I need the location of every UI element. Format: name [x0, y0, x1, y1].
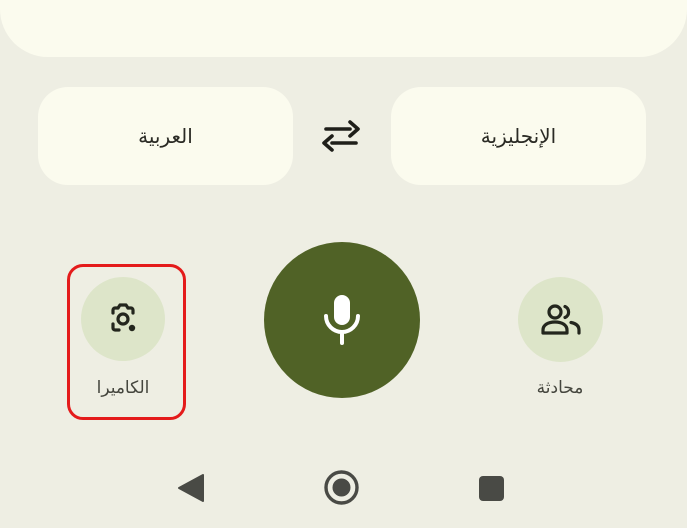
nav-back-icon[interactable]	[177, 473, 205, 503]
camera-label: الكاميرا	[96, 378, 150, 398]
swap-arrows-icon[interactable]	[318, 116, 364, 156]
camera-button[interactable]	[81, 277, 165, 361]
nav-recents-icon[interactable]	[479, 476, 504, 501]
nav-home-icon[interactable]	[323, 469, 360, 506]
camera-lens-icon	[111, 303, 136, 332]
source-language-button[interactable]: العربية	[38, 87, 293, 185]
bottom-sheet-top	[0, 0, 687, 57]
conversation-label: محادثة	[536, 378, 584, 398]
conversation-button[interactable]	[518, 277, 603, 362]
microphone-icon	[324, 295, 360, 345]
source-language-label: العربية	[138, 124, 193, 148]
target-language-label: الإنجليزية	[480, 124, 557, 148]
people-icon	[540, 303, 581, 335]
target-language-button[interactable]: الإنجليزية	[391, 87, 646, 185]
microphone-button[interactable]	[264, 242, 420, 398]
